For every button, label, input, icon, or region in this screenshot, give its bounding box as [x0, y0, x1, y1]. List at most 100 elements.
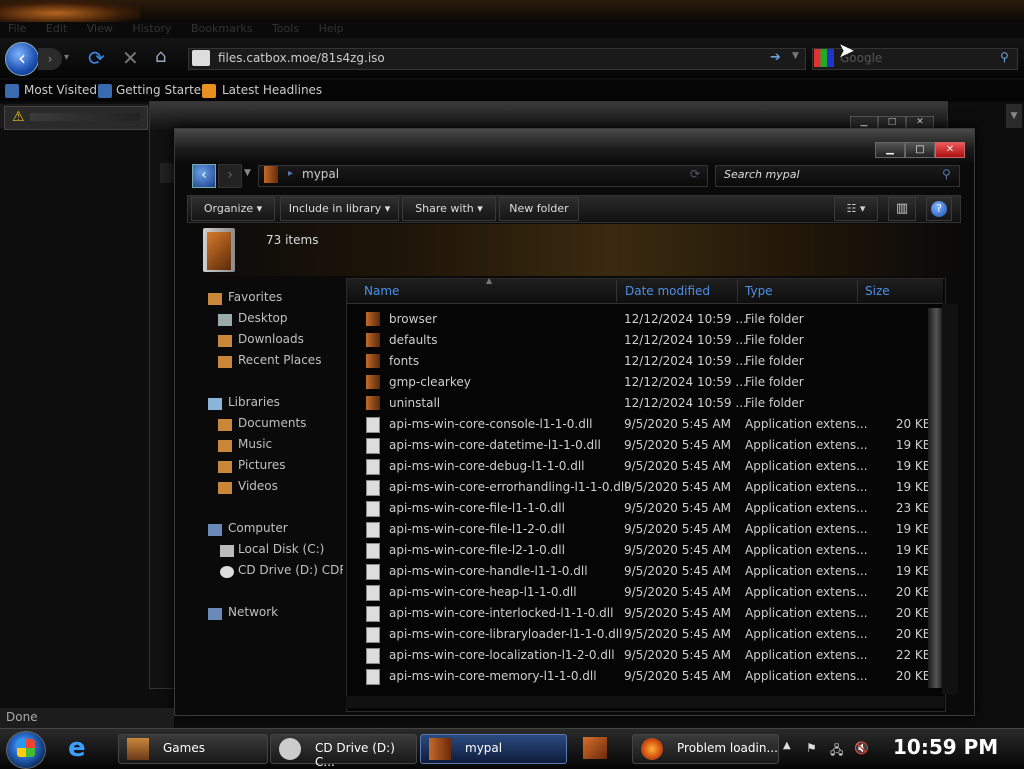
organize-button[interactable]: Organize ▾ [191, 197, 275, 221]
show-hidden-icons-icon[interactable]: ▲ [783, 740, 791, 751]
file-name: api-ms-win-core-memory-l1-1-0.dll [389, 669, 597, 683]
menu-help[interactable]: Help [319, 22, 344, 35]
file-row[interactable]: api-ms-win-core-heap-l1-1-0.dll 9/5/2020 … [364, 582, 934, 603]
column-type[interactable]: Type [745, 284, 773, 298]
menu-edit[interactable]: Edit [46, 22, 67, 35]
file-row[interactable]: api-ms-win-core-file-l2-1-0.dll 9/5/2020 … [364, 540, 934, 561]
file-row[interactable]: api-ms-win-core-memory-l1-1-0.dll 9/5/202… [364, 666, 934, 687]
back-button[interactable]: ‹ [5, 42, 39, 76]
background-window-titlebar[interactable] [150, 102, 947, 130]
file-row[interactable]: api-ms-win-core-debug-l1-1-0.dll 9/5/2020… [364, 456, 934, 477]
column-date-modified[interactable]: Date modified [625, 284, 710, 298]
volume-muted-icon[interactable]: 🔇 [854, 741, 870, 755]
column-divider[interactable] [616, 280, 617, 302]
file-row[interactable]: api-ms-win-core-file-l1-1-0.dll 9/5/2020 … [364, 498, 934, 519]
file-size: 20 KB [895, 585, 931, 599]
taskbar-games[interactable]: Games [118, 734, 268, 764]
nav-favorites[interactable]: Favorites [228, 290, 282, 304]
nav-music[interactable]: Music [238, 437, 272, 451]
file-name: api-ms-win-core-libraryloader-l1-1-0.dll [389, 627, 623, 641]
menu-bookmarks[interactable]: Bookmarks [191, 22, 252, 35]
column-name[interactable]: Name [364, 284, 399, 298]
menu-view[interactable]: View [87, 22, 113, 35]
internet-explorer-icon[interactable]: e [68, 733, 102, 763]
include-in-library-button[interactable]: Include in library ▾ [280, 197, 399, 221]
file-row[interactable]: api-ms-win-core-datetime-l1-1-0.dll 9/5/2… [364, 435, 934, 456]
minimize-button[interactable]: ▁ [875, 142, 905, 158]
taskbar-cd-drive[interactable]: CD Drive (D:) C... [270, 734, 417, 769]
nav-videos[interactable]: Videos [238, 479, 278, 493]
share-with-button[interactable]: Share with ▾ [402, 197, 496, 221]
file-row[interactable]: api-ms-win-core-interlocked-l1-1-0.dll 9/… [364, 603, 934, 624]
nav-recent-places[interactable]: Recent Places [238, 353, 321, 367]
refresh-icon[interactable]: ⟳ [690, 167, 700, 181]
nav-downloads[interactable]: Downloads [238, 332, 304, 346]
change-view-button[interactable]: ☷ ▾ [834, 197, 878, 221]
go-arrow-icon[interactable]: ➔ [770, 50, 781, 65]
file-row[interactable]: api-ms-win-core-libraryloader-l1-1-0.dll… [364, 624, 934, 645]
breadcrumb-chevron-icon[interactable]: ▸ [288, 168, 293, 179]
file-type: Application extens... [745, 417, 868, 431]
network-tray-icon[interactable]: 🖧 [830, 741, 846, 757]
home-icon[interactable]: ⌂ [155, 46, 179, 68]
help-button[interactable]: ? [926, 197, 952, 221]
file-row[interactable]: defaults 12/12/2024 10:59 ... File folder [364, 330, 934, 351]
column-divider[interactable] [857, 280, 858, 302]
close-button[interactable]: ✕ [935, 142, 965, 158]
nav-network[interactable]: Network [228, 605, 278, 619]
action-center-icon[interactable]: ⚑ [806, 741, 822, 755]
bookmark-latest-headlines[interactable]: Latest Headlines [222, 83, 322, 97]
taskbar-firefox[interactable]: Problem loadin... [632, 734, 779, 764]
explorer-titlebar[interactable] [175, 129, 974, 163]
stop-icon[interactable]: ✕ [122, 46, 144, 70]
bookmark-getting-started[interactable]: Getting Started [116, 83, 209, 97]
file-row[interactable]: api-ms-win-core-errorhandling-l1-1-0.dll… [364, 477, 934, 498]
menu-tools[interactable]: Tools [272, 22, 299, 35]
file-row[interactable]: api-ms-win-core-handle-l1-1-0.dll 9/5/202… [364, 561, 934, 582]
url-dropdown-icon[interactable]: ▼ [792, 51, 799, 61]
nav-cd-drive[interactable]: CD Drive (D:) CDRO [238, 563, 343, 577]
search-icon[interactable]: ⚲ [942, 167, 951, 181]
taskbar-mypal[interactable]: mypal [420, 734, 567, 764]
horizontal-scrollbar[interactable] [346, 696, 944, 708]
nav-computer[interactable]: Computer [228, 521, 288, 535]
history-dropdown-icon[interactable]: ▾ [64, 52, 78, 66]
file-row[interactable]: api-ms-win-core-localization-l1-2-0.dll 9… [364, 645, 934, 666]
reload-icon[interactable]: ⟳ [88, 46, 110, 70]
nav-libraries[interactable]: Libraries [228, 395, 280, 409]
explorer-back-button[interactable]: ‹ [192, 164, 216, 188]
preview-pane-button[interactable]: ▥ [888, 197, 916, 221]
nav-desktop[interactable]: Desktop [238, 311, 288, 325]
file-row[interactable]: browser 12/12/2024 10:59 ... File folder [364, 309, 934, 330]
url-text[interactable]: files.catbox.moe/81s4zg.iso [218, 51, 385, 65]
vertical-scrollbar[interactable] [942, 304, 958, 694]
maximize-button[interactable]: □ [905, 142, 935, 158]
file-row[interactable]: uninstall 12/12/2024 10:59 ... File folder [364, 393, 934, 414]
recent-locations-dropdown-icon[interactable]: ▼ [244, 168, 251, 178]
file-row[interactable]: api-ms-win-core-file-l1-2-0.dll 9/5/2020 … [364, 519, 934, 540]
bookmark-most-visited[interactable]: Most Visited [24, 83, 97, 97]
file-row[interactable]: api-ms-win-core-console-l1-1-0.dll 9/5/20… [364, 414, 934, 435]
explorer-search-placeholder[interactable]: Search mypal [724, 168, 800, 181]
column-size[interactable]: Size [865, 284, 890, 298]
menu-file[interactable]: File [8, 22, 26, 35]
scrollbar-thumb[interactable] [928, 308, 942, 688]
google-logo-icon[interactable] [814, 49, 834, 67]
file-name: api-ms-win-core-debug-l1-1-0.dll [389, 459, 585, 473]
nav-pictures[interactable]: Pictures [238, 458, 286, 472]
menu-history[interactable]: History [132, 22, 171, 35]
nav-documents[interactable]: Documents [238, 416, 306, 430]
new-folder-button[interactable]: New folder [499, 197, 579, 221]
breadcrumb-current[interactable]: mypal [302, 167, 339, 181]
taskbar-folder-icon[interactable] [583, 737, 607, 759]
column-divider[interactable] [737, 280, 738, 302]
file-row[interactable]: fonts 12/12/2024 10:59 ... File folder [364, 351, 934, 372]
explorer-forward-button[interactable]: › [218, 164, 242, 188]
forward-button[interactable]: › [38, 48, 62, 70]
tab-list-dropdown-icon[interactable]: ▼ [1006, 104, 1022, 128]
search-icon[interactable]: ⚲ [1000, 50, 1009, 64]
nav-local-disk[interactable]: Local Disk (C:) [238, 542, 324, 556]
clock[interactable]: 10:59 PM [893, 735, 998, 759]
start-button[interactable] [6, 731, 46, 769]
file-row[interactable]: gmp-clearkey 12/12/2024 10:59 ... File fol… [364, 372, 934, 393]
